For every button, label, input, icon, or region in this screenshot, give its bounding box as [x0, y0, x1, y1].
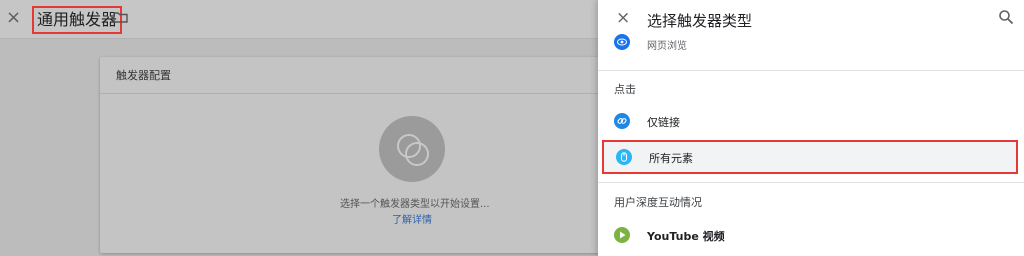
section-heading-click: 点击: [614, 83, 636, 96]
eye-icon: [614, 34, 630, 50]
editor-header: × 通用触发器: [0, 0, 598, 39]
section-heading-engagement: 用户深度互动情况: [614, 196, 702, 209]
trigger-name-title[interactable]: 通用触发器: [32, 6, 123, 34]
section-divider: [598, 182, 1024, 183]
section-divider: [598, 70, 1024, 71]
trigger-editor-pane: × 通用触发器 触发器配置 选择一个触发器类型以开始设置... 了解详情: [0, 0, 610, 256]
trigger-item-label: 所有元素: [649, 152, 693, 165]
trigger-type-panel: × 选择触发器类型 网页浏览 点击 仅链接 所有元素 用户深度互动情况 YouT…: [598, 0, 1024, 256]
trigger-item-just-links[interactable]: 仅链接: [598, 104, 1024, 138]
trigger-item-label: 网页浏览: [647, 41, 687, 52]
link-icon: [614, 113, 630, 129]
trigger-item-label: 仅链接: [647, 116, 680, 129]
trigger-config-card[interactable]: 触发器配置 选择一个触发器类型以开始设置... 了解详情: [100, 57, 610, 253]
trigger-item-page-view[interactable]: 网页浏览: [598, 28, 1024, 54]
close-icon[interactable]: ×: [6, 8, 21, 28]
mouse-icon: [616, 149, 632, 165]
card-hint-text: 选择一个触发器类型以开始设置...: [340, 199, 490, 210]
learn-more-link[interactable]: 了解详情: [392, 211, 432, 226]
card-title: 触发器配置: [116, 69, 171, 82]
trigger-item-all-elements[interactable]: 所有元素: [602, 140, 1018, 174]
play-icon: [614, 227, 630, 243]
close-icon[interactable]: ×: [616, 8, 630, 28]
folder-icon[interactable]: [113, 11, 128, 23]
search-icon[interactable]: [998, 9, 1014, 25]
card-divider: [100, 93, 610, 94]
trigger-item-youtube-video[interactable]: YouTube 视频: [598, 218, 1024, 252]
trigger-item-label: YouTube 视频: [647, 230, 725, 243]
trigger-placeholder-icon[interactable]: [379, 116, 445, 182]
ring-shape: [405, 142, 429, 166]
